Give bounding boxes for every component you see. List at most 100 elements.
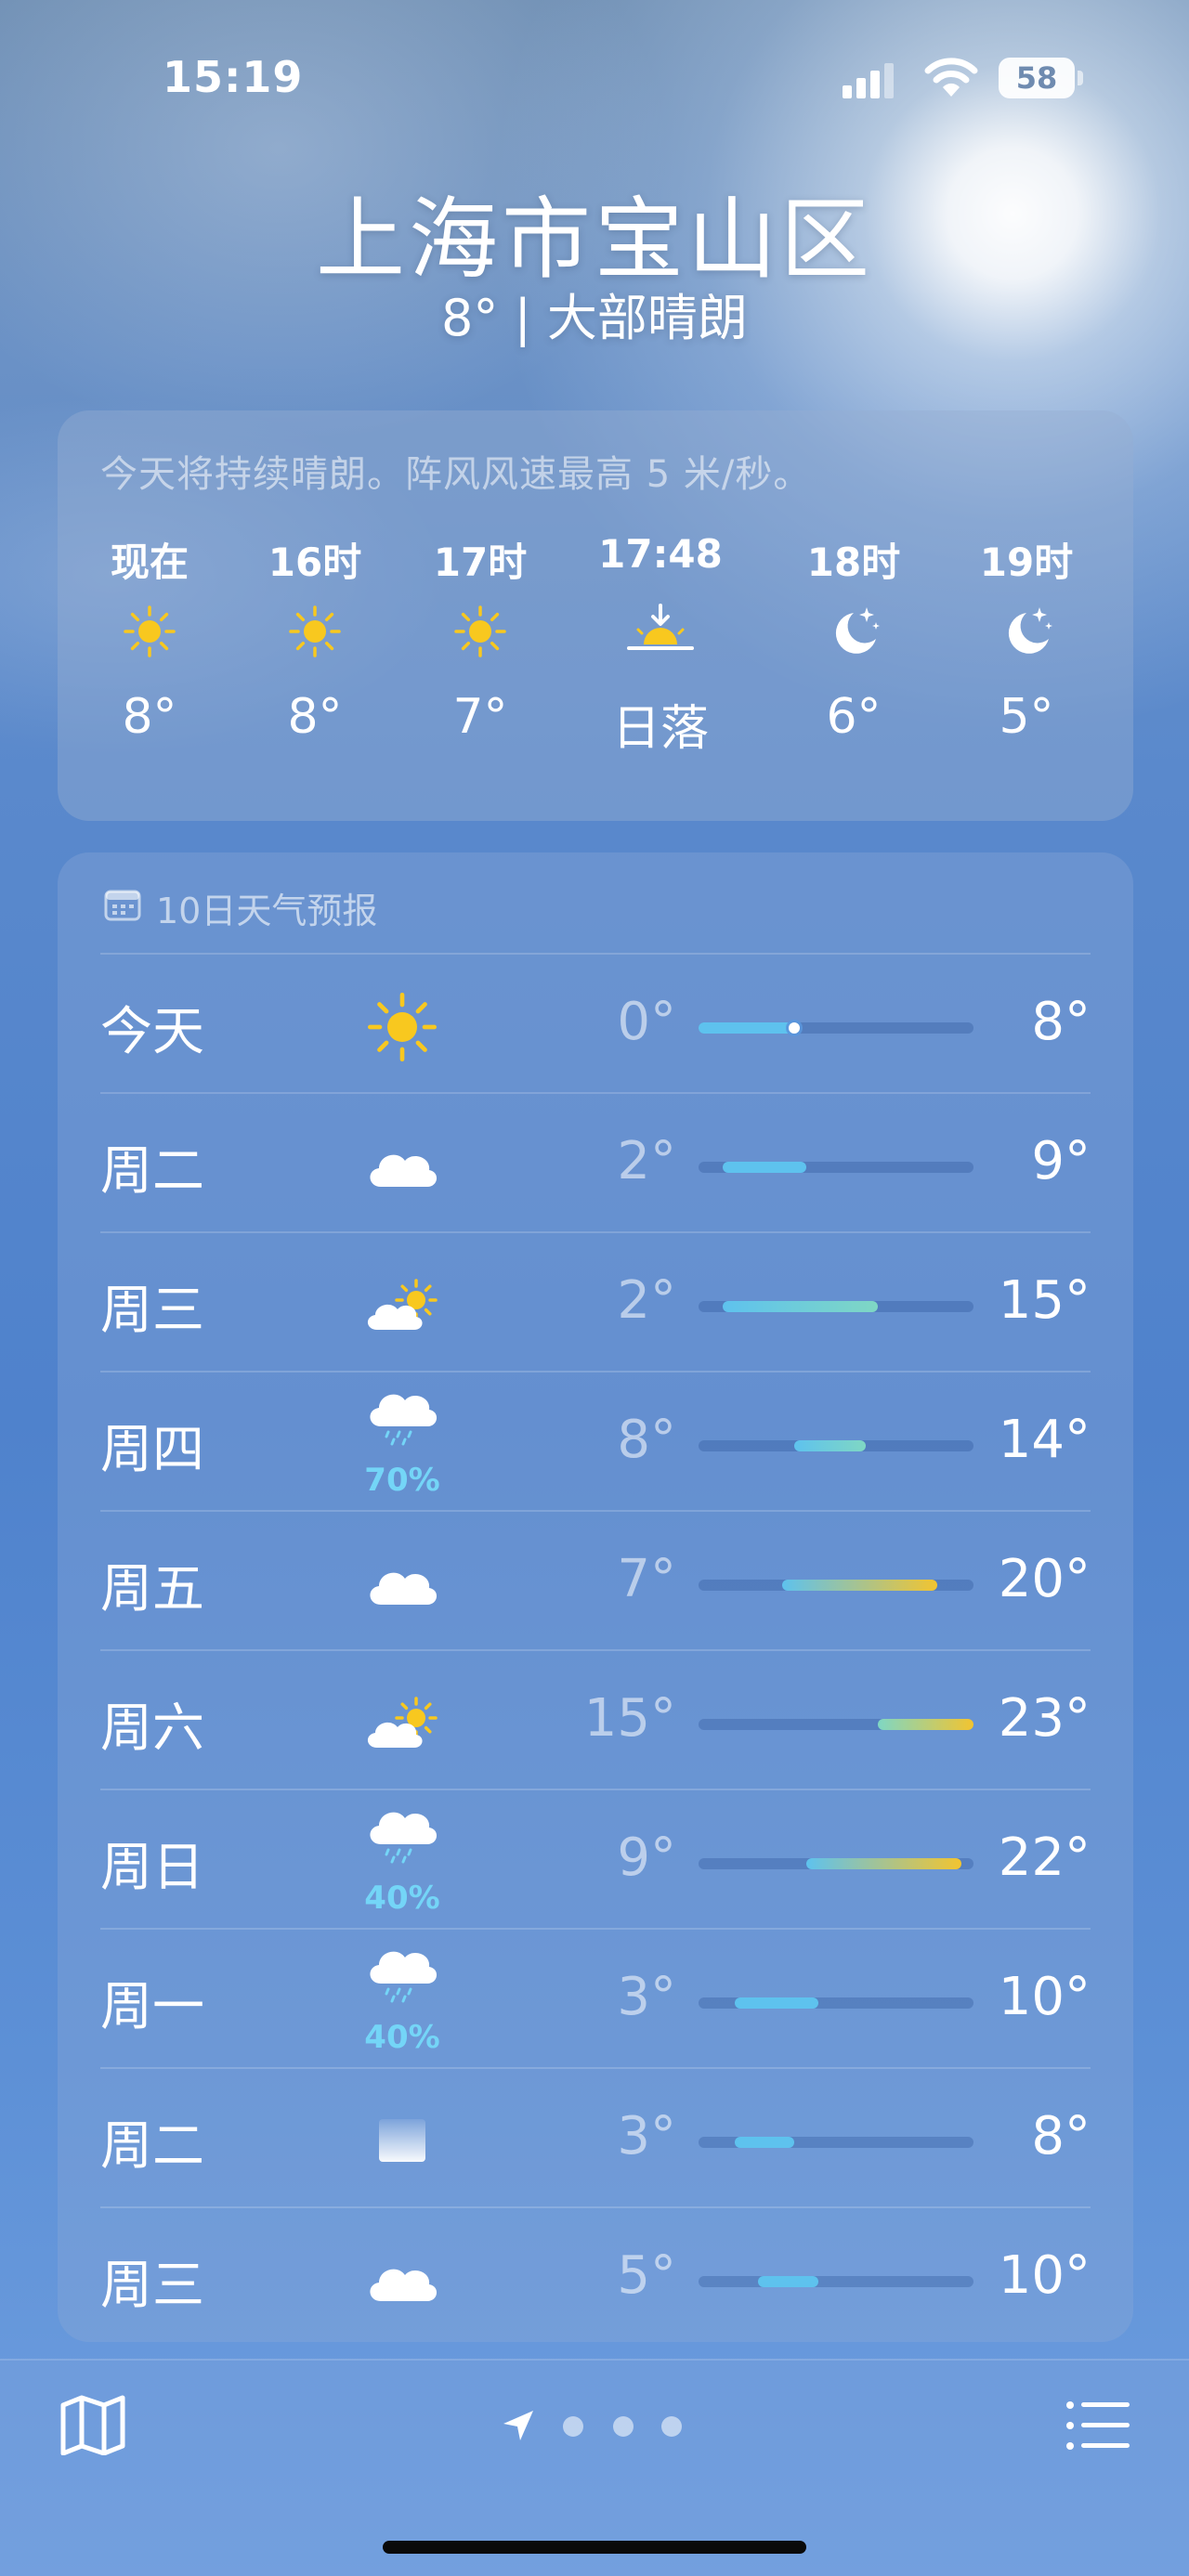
day-row[interactable]: 周三 5° 10° xyxy=(100,2206,1091,2346)
moon-stars-icon xyxy=(999,604,1054,659)
temp-range-bar xyxy=(699,1162,973,1173)
page-dot[interactable] xyxy=(563,2416,583,2437)
low-temp: 7° xyxy=(617,1549,676,1609)
bottom-toolbar xyxy=(0,2359,1189,2576)
day-name: 周三 xyxy=(100,2256,204,2316)
cloud-icon xyxy=(360,1547,444,1621)
day-row[interactable]: 周三 2° 15° xyxy=(100,1231,1091,1371)
day-row[interactable]: 周二 3° 8° xyxy=(100,2067,1091,2206)
hourly-note: 今天将持续晴朗。阵风风速最高 5 米/秒。 xyxy=(100,453,812,496)
daily-title: 10日天气预报 xyxy=(156,891,378,931)
day-name: 周一 xyxy=(100,1977,204,2037)
temp-range-fill xyxy=(782,1580,938,1591)
low-temp: 0° xyxy=(617,992,676,1052)
high-temp: 14° xyxy=(998,1410,1091,1470)
hour-label: 17时 xyxy=(433,540,528,585)
temp-range-fill xyxy=(805,1858,962,1869)
low-temp: 3° xyxy=(617,1967,676,2027)
day-row[interactable]: 周六 15° 23° xyxy=(100,1649,1091,1789)
temp-range-bar xyxy=(699,1301,973,1312)
page-indicator[interactable] xyxy=(502,2407,706,2444)
battery-tip xyxy=(1078,71,1083,85)
hour-temp: 日落 xyxy=(611,701,709,757)
daily-forecast-card[interactable]: 10日天气预报 今天 0° 8° 周二 2° 9° 周三 2° 15° 周四 70% 8° 14° 周五 7… xyxy=(58,852,1133,2342)
high-temp: 22° xyxy=(998,1828,1091,1888)
high-temp: 10° xyxy=(998,2245,1091,2306)
hour-temp: 6° xyxy=(826,689,882,745)
hourly-item: 17:48 日落 xyxy=(591,531,730,810)
fog-icon xyxy=(360,2104,444,2179)
high-temp: 9° xyxy=(1031,1131,1091,1191)
temp-range-bar xyxy=(699,2137,973,2148)
temp-range-fill xyxy=(734,2137,794,2148)
day-row[interactable]: 周一 40% 3° 10° xyxy=(100,1928,1091,2067)
temp-range-bar xyxy=(699,1022,973,1034)
status-bar: 15:19 58 xyxy=(0,0,1189,158)
hour-temp: 7° xyxy=(452,689,508,745)
temp-range-fill xyxy=(794,1440,867,1451)
precip-chance: 40% xyxy=(364,1880,440,1917)
temp-range-bar xyxy=(699,1440,973,1451)
low-temp: 5° xyxy=(617,2245,676,2306)
day-name: 周日 xyxy=(100,1838,204,1898)
low-temp: 8° xyxy=(617,1410,676,1470)
map-icon[interactable] xyxy=(59,2394,126,2455)
location-arrow-icon xyxy=(503,2411,533,2440)
day-row[interactable]: 周四 70% 8° 14° xyxy=(100,1371,1091,1510)
hourly-forecast-card[interactable]: 今天将持续晴朗。阵风风速最高 5 米/秒。 现在 8° 16时 8° 17时 7° 17:4… xyxy=(58,410,1133,821)
high-temp: 8° xyxy=(1031,2106,1091,2166)
hour-label: 18时 xyxy=(806,540,901,585)
sunset-icon xyxy=(623,604,698,659)
hourly-item: 16时 8° xyxy=(245,531,385,810)
temp-range-fill xyxy=(699,1022,794,1034)
temp-range-fill xyxy=(734,1997,818,2009)
current-temp-dot xyxy=(789,1022,800,1034)
day-name: 周二 xyxy=(100,2116,204,2177)
temp-range-fill xyxy=(722,1162,806,1173)
day-row[interactable]: 周二 2° 9° xyxy=(100,1092,1091,1231)
partly-sunny-icon xyxy=(360,1686,444,1761)
low-temp: 2° xyxy=(617,1270,676,1331)
sun-icon xyxy=(452,604,508,659)
sun-icon xyxy=(122,604,177,659)
temp-range-bar xyxy=(699,1997,973,2009)
high-temp: 15° xyxy=(998,1270,1091,1331)
low-temp: 15° xyxy=(583,1688,676,1749)
temp-range-fill xyxy=(758,2276,818,2287)
battery-indicator: 58 xyxy=(999,58,1084,98)
hour-temp: 5° xyxy=(999,689,1054,745)
rain-cloud-icon xyxy=(360,1943,444,2017)
day-name: 周六 xyxy=(100,1698,204,1759)
precip-chance: 40% xyxy=(364,2019,440,2056)
hourly-item: 18时 6° xyxy=(784,531,923,810)
cloud-icon xyxy=(360,1129,444,1203)
hour-temp: 8° xyxy=(287,689,343,745)
hour-label: 16时 xyxy=(268,540,362,585)
page-dot[interactable] xyxy=(661,2416,682,2437)
hourly-row[interactable]: 现在 8° 16时 8° 17时 7° 17:48 日落 18时 6° 19时 5° xyxy=(58,531,1133,810)
sun-icon xyxy=(360,990,444,1064)
partly-sunny-icon xyxy=(360,1268,444,1343)
high-temp: 23° xyxy=(998,1688,1091,1749)
hourly-item: 17时 7° xyxy=(411,531,550,810)
list-icon[interactable] xyxy=(1065,2398,1131,2453)
moon-stars-icon xyxy=(826,604,882,659)
low-temp: 9° xyxy=(617,1828,676,1888)
day-name: 周五 xyxy=(100,1559,204,1620)
temp-range-bar xyxy=(699,2276,973,2287)
day-name: 周三 xyxy=(100,1281,204,1341)
temp-range-bar xyxy=(699,1858,973,1869)
rain-cloud-icon xyxy=(360,1803,444,1878)
page-dot[interactable] xyxy=(613,2416,634,2437)
hour-temp: 8° xyxy=(122,689,177,745)
low-temp: 2° xyxy=(617,1131,676,1191)
temp-range-bar xyxy=(699,1719,973,1730)
day-row[interactable]: 周五 7° 20° xyxy=(100,1510,1091,1649)
hour-label: 17:48 xyxy=(598,531,723,577)
day-row[interactable]: 今天 0° 8° xyxy=(100,953,1091,1092)
home-indicator[interactable] xyxy=(383,2541,806,2554)
day-name: 周二 xyxy=(100,1141,204,1202)
day-row[interactable]: 周日 40% 9° 22° xyxy=(100,1789,1091,1928)
hourly-item: 19时 5° xyxy=(957,531,1096,810)
day-name: 周四 xyxy=(100,1420,204,1480)
